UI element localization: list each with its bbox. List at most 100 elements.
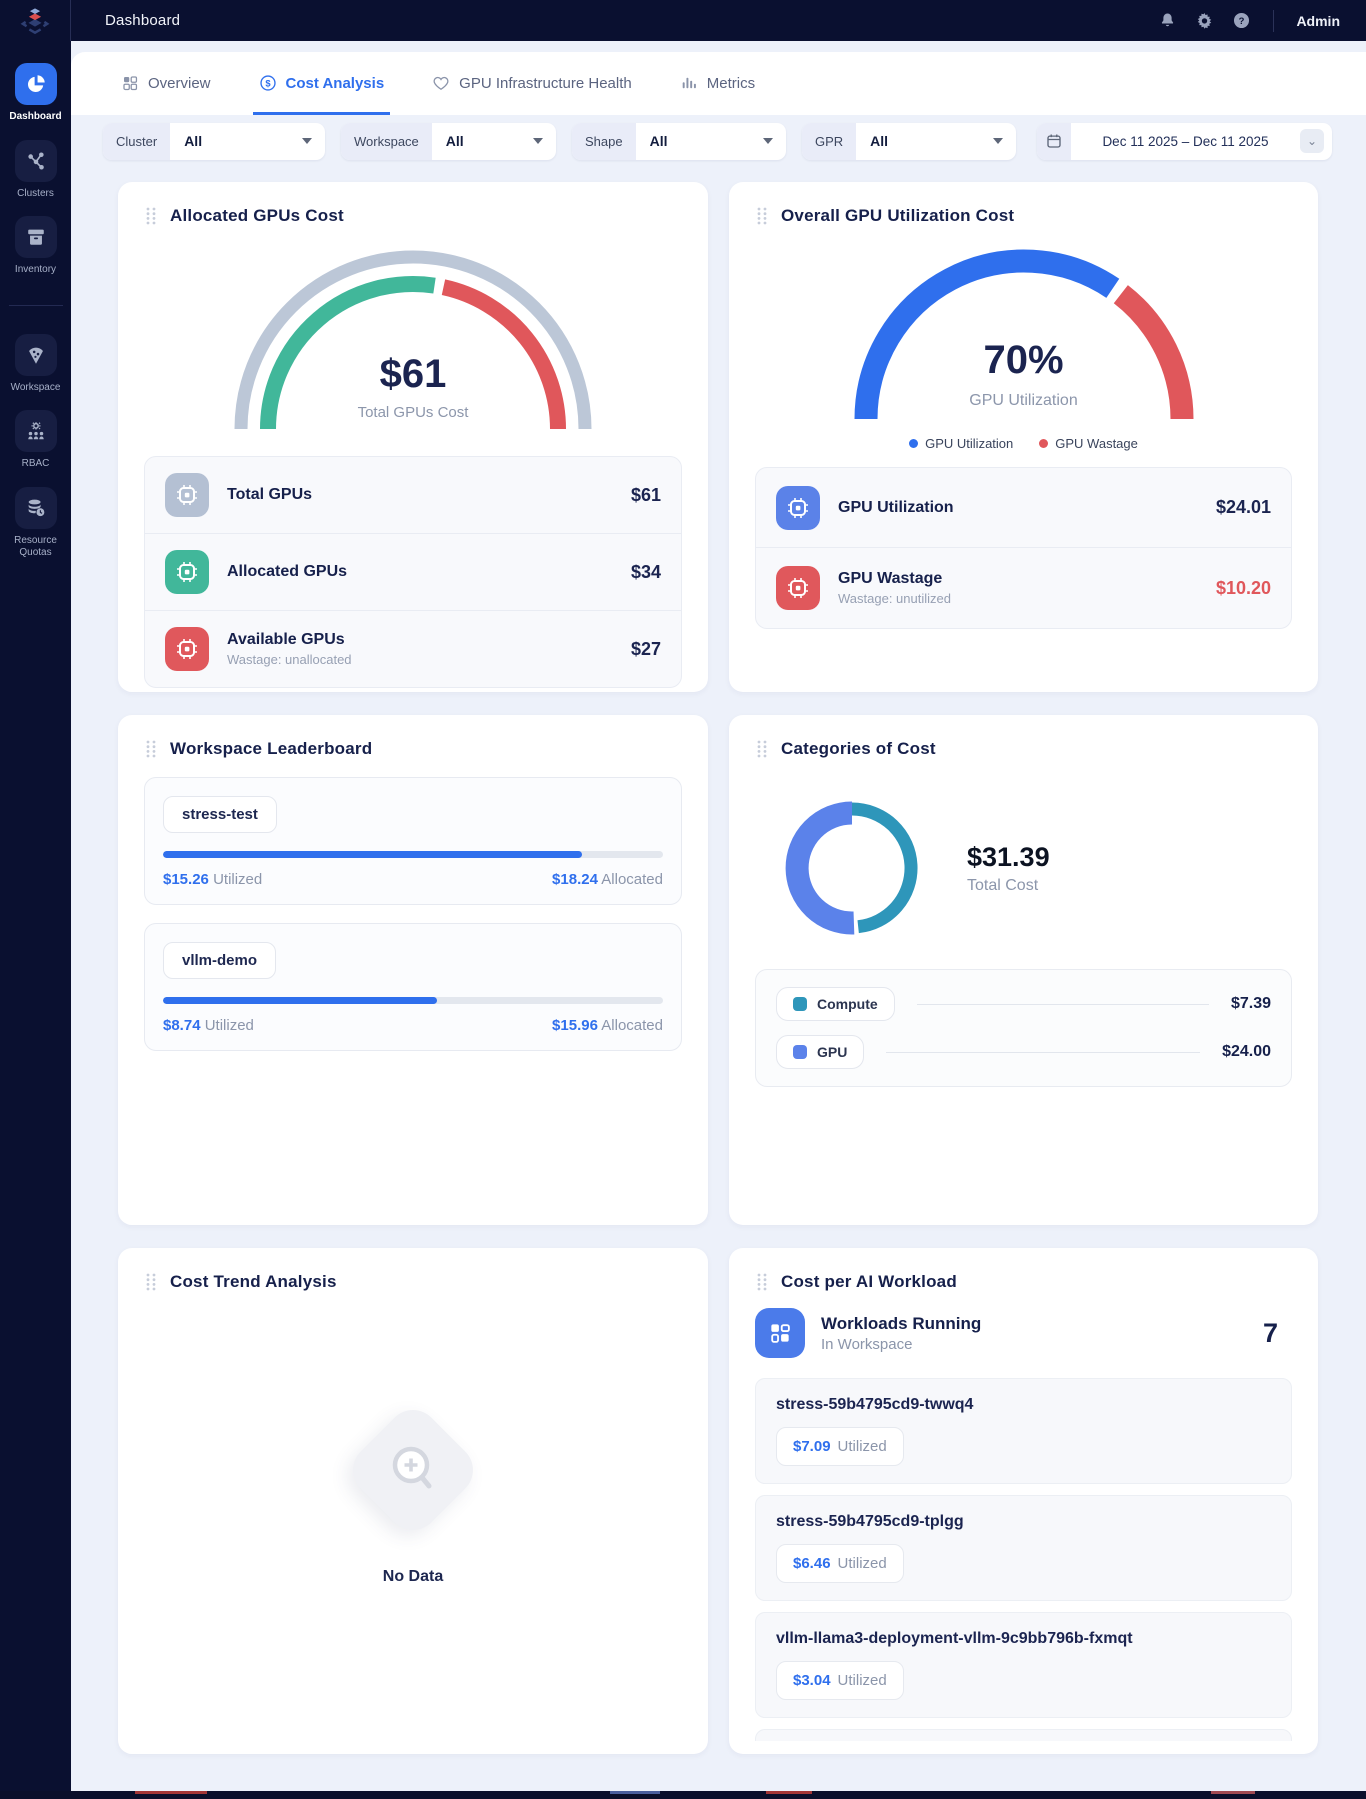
- legend-dot: [909, 439, 919, 448]
- cutoff-fragment: [610, 1791, 660, 1794]
- gpu-utilization-cost-card: Overall GPU Utilization Cost 70% GPU Uti…: [729, 182, 1318, 692]
- cutoff-content-strip: [0, 1791, 1366, 1799]
- allocated-gauge: $61 Total GPUs Cost: [223, 236, 603, 436]
- chevron-down-icon[interactable]: ⌄: [1300, 129, 1324, 153]
- cost-per-ai-workload-card: Cost per AI Workload Workloads Running I…: [729, 1248, 1318, 1754]
- magnifier-icon: [381, 1438, 445, 1502]
- legend-row: Compute $7.39: [776, 980, 1271, 1028]
- utilized-chip: $3.04 Utilized: [776, 1661, 904, 1700]
- workload-item: stress-59b4795cd9-twwq4 $7.09 Utilized: [755, 1378, 1292, 1484]
- help-icon[interactable]: [1232, 11, 1251, 30]
- gpu-cost-list: Total GPUs $61 Allocated GPUs $34 Availa…: [144, 456, 682, 688]
- chevron-down-icon: [302, 138, 312, 144]
- drag-handle-icon[interactable]: [755, 1272, 769, 1292]
- gpu-chip-icon: [786, 576, 810, 600]
- allocated-gpus-cost-card: Allocated GPUs Cost $61 Total GPUs Cost …: [118, 182, 708, 692]
- gauge-center-value: 70%: [983, 338, 1064, 382]
- workspace-chip[interactable]: vllm-demo: [163, 942, 277, 979]
- leader-line: [886, 1051, 1201, 1053]
- utilized-chip: $6.46 Utilized: [776, 1544, 904, 1583]
- dollar-circle-icon: [259, 74, 277, 92]
- legend-item: GPU Utilization: [909, 436, 1013, 451]
- card-title: Categories of Cost: [781, 739, 936, 758]
- workspace-chip[interactable]: stress-test: [163, 796, 277, 833]
- drag-handle-icon[interactable]: [755, 206, 769, 226]
- progress-track: [163, 851, 663, 858]
- tab-gpu-infrastructure-health[interactable]: GPU Infrastructure Health: [426, 74, 638, 115]
- legend-row: GPU $24.00: [776, 1028, 1271, 1076]
- gpr-filter[interactable]: GPR All: [802, 122, 1016, 160]
- filters-bar: Cluster All Workspace All Shape All GPR …: [71, 115, 1366, 167]
- tab-metrics[interactable]: Metrics: [674, 74, 761, 115]
- workloads-count: 7: [1262, 1317, 1278, 1348]
- date-range-picker[interactable]: Dec 11 2025 – Dec 11 2025 ⌄: [1037, 122, 1332, 160]
- drag-handle-icon[interactable]: [755, 739, 769, 759]
- users-gear-icon: [25, 420, 47, 442]
- chevron-down-icon: [533, 138, 543, 144]
- workloads-grid-icon: [767, 1320, 793, 1346]
- sidebar-divider: [8, 304, 63, 306]
- drag-handle-icon[interactable]: [144, 1272, 158, 1292]
- notifications-bell-icon[interactable]: [1158, 11, 1177, 30]
- cutoff-fragment: [135, 1791, 207, 1794]
- progress-fill: [163, 851, 582, 858]
- list-item: Allocated GPUs $34: [145, 534, 681, 611]
- sidebar-item-resource-quotas[interactable]: Resource Quotas: [0, 486, 71, 560]
- sidebar-item-workspace[interactable]: Workspace: [0, 333, 71, 395]
- cutoff-fragment: [1211, 1791, 1255, 1794]
- categories-legend: Compute $7.39 GPU $24.00: [755, 969, 1292, 1087]
- shape-filter[interactable]: Shape All: [572, 122, 786, 160]
- drag-handle-icon[interactable]: [144, 739, 158, 759]
- cluster-filter[interactable]: Cluster All: [103, 122, 325, 160]
- utilized-chip: $7.09 Utilized: [776, 1427, 904, 1466]
- empty-state: No Data: [144, 1399, 682, 1586]
- sidebar-item-inventory[interactable]: Inventory: [0, 216, 71, 277]
- utilized-label: $8.74 Utilized: [163, 1017, 254, 1034]
- page-title: Dashboard: [105, 12, 181, 29]
- tab-cost-analysis[interactable]: Cost Analysis: [252, 74, 391, 115]
- sidebar: Dashboard Clusters Inventory Workspace R…: [0, 41, 71, 1799]
- card-title: Workspace Leaderboard: [170, 739, 373, 758]
- user-menu[interactable]: Admin: [1296, 13, 1340, 29]
- heart-icon: [432, 74, 450, 92]
- app-logo[interactable]: [0, 0, 71, 41]
- sidebar-item-rbac[interactable]: RBAC: [0, 410, 71, 471]
- gpu-chip-icon: [175, 560, 199, 584]
- gauge-center-value: $61: [379, 352, 447, 396]
- category-chip[interactable]: GPU: [776, 1035, 865, 1069]
- sidebar-item-clusters[interactable]: Clusters: [0, 139, 71, 201]
- topbar: Dashboard Admin: [0, 0, 1366, 41]
- list-item: Total GPUs $61: [145, 457, 681, 534]
- workloads-header: Workloads Running In Workspace 7: [755, 1308, 1292, 1358]
- workspace-leaderboard-card: Workspace Leaderboard stress-test $15.26…: [118, 715, 708, 1225]
- card-title: Allocated GPUs Cost: [170, 206, 344, 225]
- grid-icon: [121, 74, 139, 92]
- tab-overview[interactable]: Overview: [115, 74, 217, 115]
- cost-trend-analysis-card: Cost Trend Analysis No Data: [118, 1248, 708, 1754]
- legend-item: GPU Wastage: [1039, 436, 1138, 451]
- cutoff-fragment: [766, 1791, 812, 1794]
- chevron-down-icon: [993, 138, 1003, 144]
- chevron-down-icon: [763, 138, 773, 144]
- workspace-slice-icon: [25, 344, 47, 366]
- progress-fill: [163, 997, 437, 1004]
- categories-of-cost-card: Categories of Cost $31.39 Total Cost Com…: [729, 715, 1318, 1225]
- workload-item: stress-59b4795cd9-tplgg $6.46 Utilized: [755, 1495, 1292, 1601]
- utilization-gauge: 70% GPU Utilization: [839, 236, 1209, 422]
- list-item: Available GPUs Wastage: unallocated $27: [145, 611, 681, 687]
- leaderboard-row: vllm-demo $8.74 Utilized $15.96 Allocate…: [144, 923, 682, 1051]
- settings-gear-icon[interactable]: [1195, 11, 1214, 30]
- topbar-divider: [1273, 9, 1275, 32]
- allocated-label: $18.24 Allocated: [552, 871, 663, 888]
- category-chip[interactable]: Compute: [776, 987, 895, 1021]
- drag-handle-icon[interactable]: [144, 206, 158, 226]
- sidebar-item-dashboard[interactable]: Dashboard: [0, 63, 71, 124]
- workload-item: vllm-llama3-deployment-vllm-9c9bb796b-fx…: [755, 1612, 1292, 1718]
- donut-chart: [785, 801, 918, 935]
- allocated-label: $15.96 Allocated: [552, 1017, 663, 1034]
- card-title: Cost per AI Workload: [781, 1272, 957, 1291]
- workspace-filter[interactable]: Workspace All: [341, 122, 556, 160]
- list-item: GPU Utilization $24.01: [756, 468, 1291, 548]
- gpu-chip-icon: [175, 637, 199, 661]
- gauge-legend: GPU Utilization GPU Wastage: [755, 436, 1292, 451]
